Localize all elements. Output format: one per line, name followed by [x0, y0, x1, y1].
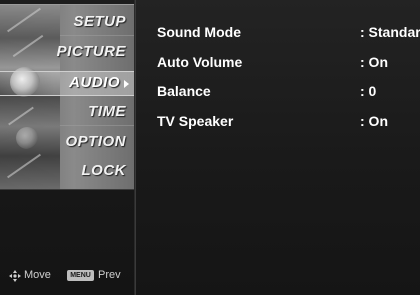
setting-row-tv-speaker[interactable]: TV Speaker : On: [157, 113, 420, 135]
menu-item-picture[interactable]: PICTURE: [0, 41, 134, 64]
four-way-arrow-icon: [9, 270, 21, 282]
setting-value: : 0: [360, 83, 377, 99]
arrow-right-icon: [124, 80, 129, 88]
menu-item-label: PICTURE: [56, 43, 126, 60]
menu-item-option[interactable]: OPTION: [0, 131, 134, 154]
menu-key-badge: MENU: [67, 270, 94, 281]
menu-item-setup[interactable]: SETUP: [0, 11, 134, 34]
menu-item-label: OPTION: [65, 133, 126, 150]
menu-strip: SETUP PICTURE AUDIO TIME OPTION LOCK: [0, 4, 134, 190]
tv-osd-menu: SETUP PICTURE AUDIO TIME OPTION LOCK Mov…: [0, 0, 420, 295]
prev-label: Prev: [98, 269, 121, 281]
menu-item-time[interactable]: TIME: [0, 101, 134, 124]
setting-name: TV Speaker: [157, 113, 234, 129]
setting-name: Auto Volume: [157, 54, 243, 70]
navigation-hint: Move MENU Prev: [0, 267, 134, 287]
menu-item-lock[interactable]: LOCK: [0, 160, 134, 183]
setting-name: Sound Mode: [157, 24, 241, 40]
setting-row-auto-volume[interactable]: Auto Volume : On: [157, 54, 420, 76]
move-label: Move: [24, 269, 51, 281]
setting-value: : On: [360, 113, 388, 129]
menu-item-label: AUDIO: [69, 74, 120, 91]
menu-item-label: LOCK: [81, 162, 126, 179]
setting-value: : Standard: [360, 24, 420, 40]
setting-value: : On: [360, 54, 388, 70]
main-menu: SETUP PICTURE AUDIO TIME OPTION LOCK Mov…: [0, 0, 135, 295]
menu-item-label: SETUP: [73, 13, 126, 30]
setting-row-sound-mode[interactable]: Sound Mode : Standard: [157, 24, 420, 46]
menu-item-label: TIME: [88, 103, 126, 120]
setting-name: Balance: [157, 83, 211, 99]
audio-submenu: Sound Mode : Standard Auto Volume : On B…: [135, 0, 420, 295]
setting-row-balance[interactable]: Balance : 0: [157, 83, 420, 105]
menu-item-audio[interactable]: AUDIO: [0, 71, 134, 96]
